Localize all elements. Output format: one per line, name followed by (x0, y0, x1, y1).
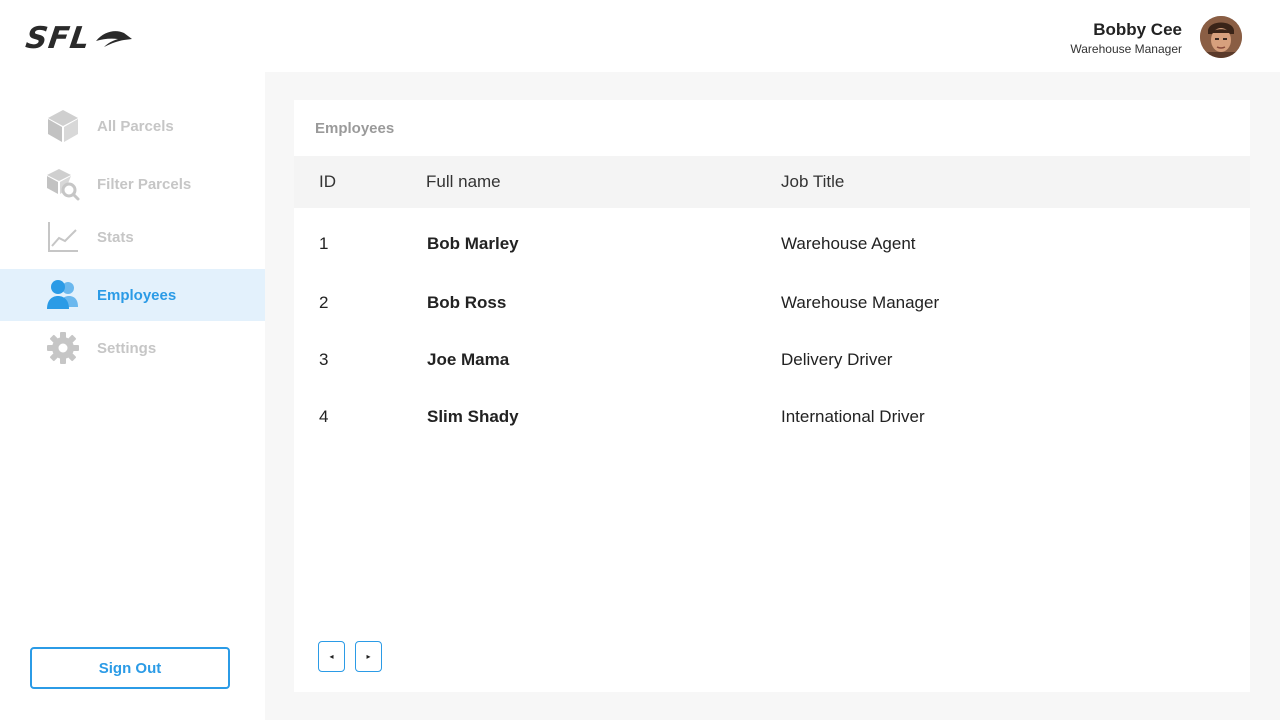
users-icon (46, 278, 80, 312)
box-icon (46, 109, 80, 143)
cell-full-name: Bob Marley (427, 234, 519, 253)
previous-page-button[interactable]: ◂ (318, 641, 345, 672)
next-page-button[interactable]: ▸ (355, 641, 382, 672)
brand-logo[interactable]: SFL (23, 20, 134, 56)
sidebar-item-label: All Parcels (97, 117, 174, 135)
card-title: Employees (315, 120, 395, 137)
cell-job-title: Warehouse Agent (781, 234, 916, 253)
cell-full-name: Joe Mama (427, 350, 510, 369)
sidebar-item-label: Employees (97, 286, 177, 304)
table-row[interactable]: 1 Bob Marley Warehouse Agent (294, 234, 1250, 264)
sidebar-item-label: Filter Parcels (97, 175, 192, 193)
triangle-left-icon: ◂ (329, 652, 334, 661)
sidebar-item-label: Stats (97, 228, 134, 246)
table-row[interactable]: 4 Slim Shady International Driver (294, 407, 1250, 437)
cell-id: 1 (319, 234, 329, 253)
triangle-right-icon: ▸ (366, 652, 371, 661)
cell-id: 4 (319, 407, 329, 426)
user-role: Warehouse Manager (1070, 42, 1182, 56)
cell-id: 3 (319, 350, 329, 369)
bird-icon (96, 31, 133, 47)
column-header-full-name: Full name (426, 172, 501, 191)
sidebar-item-label: Settings (97, 339, 157, 357)
cell-full-name: Bob Ross (427, 293, 507, 312)
table-row[interactable]: 2 Bob Ross Warehouse Manager (294, 293, 1250, 323)
cell-job-title: Delivery Driver (781, 350, 893, 369)
column-header-job-title: Job Title (781, 172, 845, 191)
sidebar-item-settings[interactable]: Settings (0, 322, 265, 374)
gear-icon (46, 331, 80, 365)
logo-text: SFL (23, 20, 93, 56)
avatar[interactable] (1200, 16, 1242, 58)
sidebar: All Parcels Filter Parcels Stats Employe… (0, 72, 265, 720)
cell-full-name: Slim Shady (427, 407, 519, 426)
table-header: ID Full name Job Title (294, 156, 1250, 208)
cell-job-title: Warehouse Manager (781, 293, 940, 312)
employees-card: Employees ID Full name Job Title 1 Bob M… (294, 100, 1250, 692)
cell-id: 2 (319, 293, 329, 312)
user-name: Bobby Cee (1093, 20, 1182, 39)
sidebar-item-filter-parcels[interactable]: Filter Parcels (0, 158, 265, 210)
column-header-id: ID (319, 172, 336, 191)
sign-out-button[interactable]: Sign Out (30, 647, 230, 689)
chart-line-icon (46, 220, 80, 254)
user-profile[interactable]: Bobby Cee Warehouse Manager (1070, 16, 1242, 58)
sidebar-item-stats[interactable]: Stats (0, 211, 265, 263)
cell-job-title: International Driver (781, 407, 925, 426)
box-search-icon (46, 167, 80, 201)
sidebar-item-all-parcels[interactable]: All Parcels (0, 100, 265, 152)
sidebar-item-employees[interactable]: Employees (0, 269, 265, 321)
table-row[interactable]: 3 Joe Mama Delivery Driver (294, 350, 1250, 380)
top-header: SFL Bobby Cee Warehouse Manager (0, 0, 1280, 72)
avatar-photo-icon (1200, 16, 1242, 58)
main-content: Employees ID Full name Job Title 1 Bob M… (265, 72, 1280, 720)
